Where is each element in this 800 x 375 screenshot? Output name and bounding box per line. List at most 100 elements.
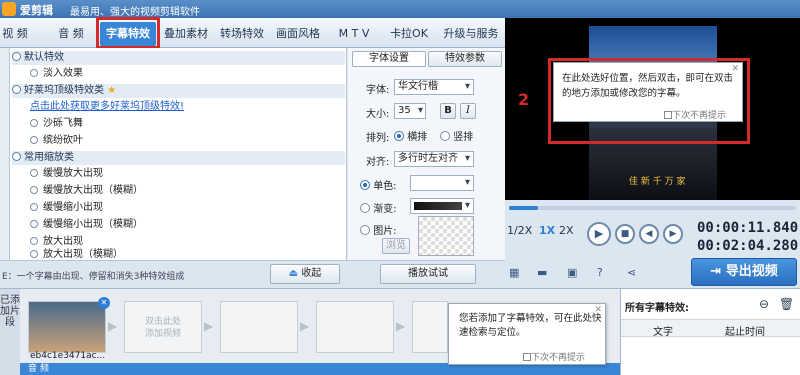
horizontal-radio[interactable]: 横排 <box>394 128 427 143</box>
next-frame-button[interactable]: ▶ <box>663 224 683 244</box>
list-item[interactable]: 缤纷砍叶 <box>12 134 345 148</box>
list-item[interactable]: 缓慢放大出现 <box>12 167 345 181</box>
progress-track[interactable] <box>509 206 796 210</box>
chevron-down-icon: ▾ <box>417 105 423 116</box>
size-label: 大小: <box>366 109 390 120</box>
tab-overlay[interactable]: 叠加素材 <box>160 22 212 46</box>
chevron-down-icon: ▾ <box>464 177 470 188</box>
collapse-icon <box>12 52 21 61</box>
title-bar: 爱剪辑 最易用、强大的视频剪辑软件 <box>0 0 800 18</box>
forward-icon: ▶ <box>669 229 677 239</box>
get-more-effects-link[interactable]: 点击此处获取更多好莱坞顶级特效! <box>12 100 345 114</box>
empty-clip-slot[interactable] <box>220 301 298 353</box>
tab-audio[interactable]: 音 频 <box>44 22 98 46</box>
remove-clip-icon[interactable]: ✕ <box>98 297 110 309</box>
tab-video[interactable]: 视 频 <box>0 22 40 46</box>
image-preview <box>418 216 474 256</box>
vertical-radio[interactable]: 竖排 <box>440 128 473 143</box>
italic-button[interactable]: I <box>460 103 476 119</box>
tab-karaoke[interactable]: 卡拉OK <box>384 22 434 46</box>
annotation-box-1 <box>96 17 160 49</box>
tab-upgrade[interactable]: 升级与服务 <box>440 22 502 46</box>
radio-icon <box>360 203 370 213</box>
all-effects-panel: 所有字幕特效: ⊖ 🗑 文字 起止时间 <box>620 289 800 375</box>
timeline-dont-show[interactable]: 下次不再提示 <box>523 350 585 363</box>
category-zoom[interactable]: 常用缩放类 <box>12 151 345 165</box>
list-item[interactable]: 缓慢缩小出现（模糊） <box>12 218 345 232</box>
list-item[interactable]: 放大出现 <box>12 235 345 249</box>
empty-clip-slot[interactable] <box>412 301 448 353</box>
save-icon[interactable]: ▣ <box>567 266 577 279</box>
speed-half[interactable]: 1/2X <box>507 224 532 237</box>
side-strip <box>0 48 10 260</box>
arrow-icon: ▶ <box>300 319 310 333</box>
chevron-down-icon: ▾ <box>464 153 470 164</box>
radio-checked-icon <box>394 131 404 141</box>
effects-hint: E：一个字幕由出现、停留和消失3种特效组成 <box>2 272 185 282</box>
tab-picture-style[interactable]: 画面风格 <box>272 22 324 46</box>
font-settings-panel: 字体设置 特效参数 字体: 华文行楷 ▾ 大小: 35 ▾ B I 排列: 横排 竖… <box>348 48 505 260</box>
app-slogan: 最易用、强大的视频剪辑软件 <box>70 7 200 18</box>
gradient-radio[interactable]: 渐变: <box>360 200 397 215</box>
stop-button[interactable]: ■ <box>615 224 635 244</box>
back-icon[interactable]: ⊖ <box>759 297 769 311</box>
font-label: 字体: <box>366 85 390 96</box>
list-item[interactable]: 放大出现（模糊） <box>12 248 345 260</box>
arrow-icon: ▶ <box>204 319 214 333</box>
list-item[interactable]: 淡入效果 <box>12 67 345 81</box>
app-logo-icon <box>2 2 16 16</box>
radio-icon <box>30 203 38 211</box>
share-icon[interactable]: ⋖ <box>627 266 636 279</box>
progress-fill <box>509 206 538 210</box>
video-clip[interactable]: ✕ <box>28 297 110 353</box>
tab-effect-params[interactable]: 特效参数 <box>428 51 502 67</box>
font-select[interactable]: 华文行楷 ▾ <box>394 79 474 95</box>
play-button[interactable]: ▶ <box>587 222 611 246</box>
radio-icon <box>30 186 38 194</box>
category-default[interactable]: 默认特效 <box>12 51 345 65</box>
bold-button[interactable]: B <box>440 103 456 119</box>
clip-name: eb4c1e3471ac... <box>30 351 106 361</box>
tab-mtv[interactable]: M T V <box>330 22 378 46</box>
image-radio[interactable]: 图片: <box>360 222 397 237</box>
folder-icon[interactable]: ▬ <box>537 266 547 279</box>
list-item[interactable]: 沙砾飞舞 <box>12 117 345 131</box>
browse-button[interactable]: 浏览 <box>382 238 410 254</box>
empty-clip-slot[interactable] <box>316 301 394 353</box>
radio-checked-icon <box>360 180 370 190</box>
radio-icon <box>30 69 38 77</box>
speed-2x[interactable]: 2X <box>559 224 574 237</box>
arrow-icon: ▶ <box>396 319 406 333</box>
export-icon: ⇥ <box>710 264 722 279</box>
empty-clip-slot[interactable]: 双击此处 添加视频 <box>124 301 202 353</box>
tab-font-settings[interactable]: 字体设置 <box>352 51 426 67</box>
annotation-box-2 <box>548 58 750 144</box>
radio-icon <box>30 119 38 127</box>
help-icon[interactable]: ? <box>597 266 603 279</box>
tab-transition[interactable]: 转场特效 <box>216 22 268 46</box>
single-color-radio[interactable]: 单色: <box>360 177 397 192</box>
collapse-icon <box>12 152 21 161</box>
category-hollywood[interactable]: 好莱坞顶级特效类 ★ <box>12 84 345 98</box>
main-tabs: 视 频 音 频 字幕特效 叠加素材 转场特效 画面风格 M T V 卡拉OK 升… <box>0 18 505 48</box>
list-item[interactable]: 缓慢放大出现（模糊） <box>12 184 345 198</box>
export-video-button[interactable]: ⇥ 导出视频 <box>691 258 797 286</box>
speed-1x[interactable]: 1X <box>539 224 555 237</box>
close-icon[interactable]: ✕ <box>594 305 602 315</box>
timeline-tooltip-text: 您若添加了字幕特效，可在此处快速检索与定位。 <box>459 313 602 338</box>
snapshot-icon[interactable]: ▦ <box>509 266 519 279</box>
gradient-picker[interactable]: ▾ <box>410 198 474 214</box>
collapse-button[interactable]: ⏏ 收起 <box>270 264 340 284</box>
chevron-down-icon: ▾ <box>464 81 470 92</box>
align-select[interactable]: 多行时左对齐 ▾ <box>394 151 474 167</box>
color-picker[interactable]: ▾ <box>410 175 474 191</box>
align-label: 对齐: <box>366 157 390 168</box>
radio-icon <box>30 220 38 228</box>
size-select[interactable]: 35 ▾ <box>394 103 426 119</box>
delete-icon[interactable]: 🗑 <box>779 297 794 311</box>
prev-frame-button[interactable]: ◀ <box>639 224 659 244</box>
checkbox-icon <box>523 353 531 361</box>
play-test-button[interactable]: 播放试试 <box>380 264 476 284</box>
effects-list: 默认特效 淡入效果 好莱坞顶级特效类 ★ 点击此处获取更多好莱坞顶级特效! 沙砾… <box>0 48 347 260</box>
list-item[interactable]: 缓慢缩小出现 <box>12 201 345 215</box>
